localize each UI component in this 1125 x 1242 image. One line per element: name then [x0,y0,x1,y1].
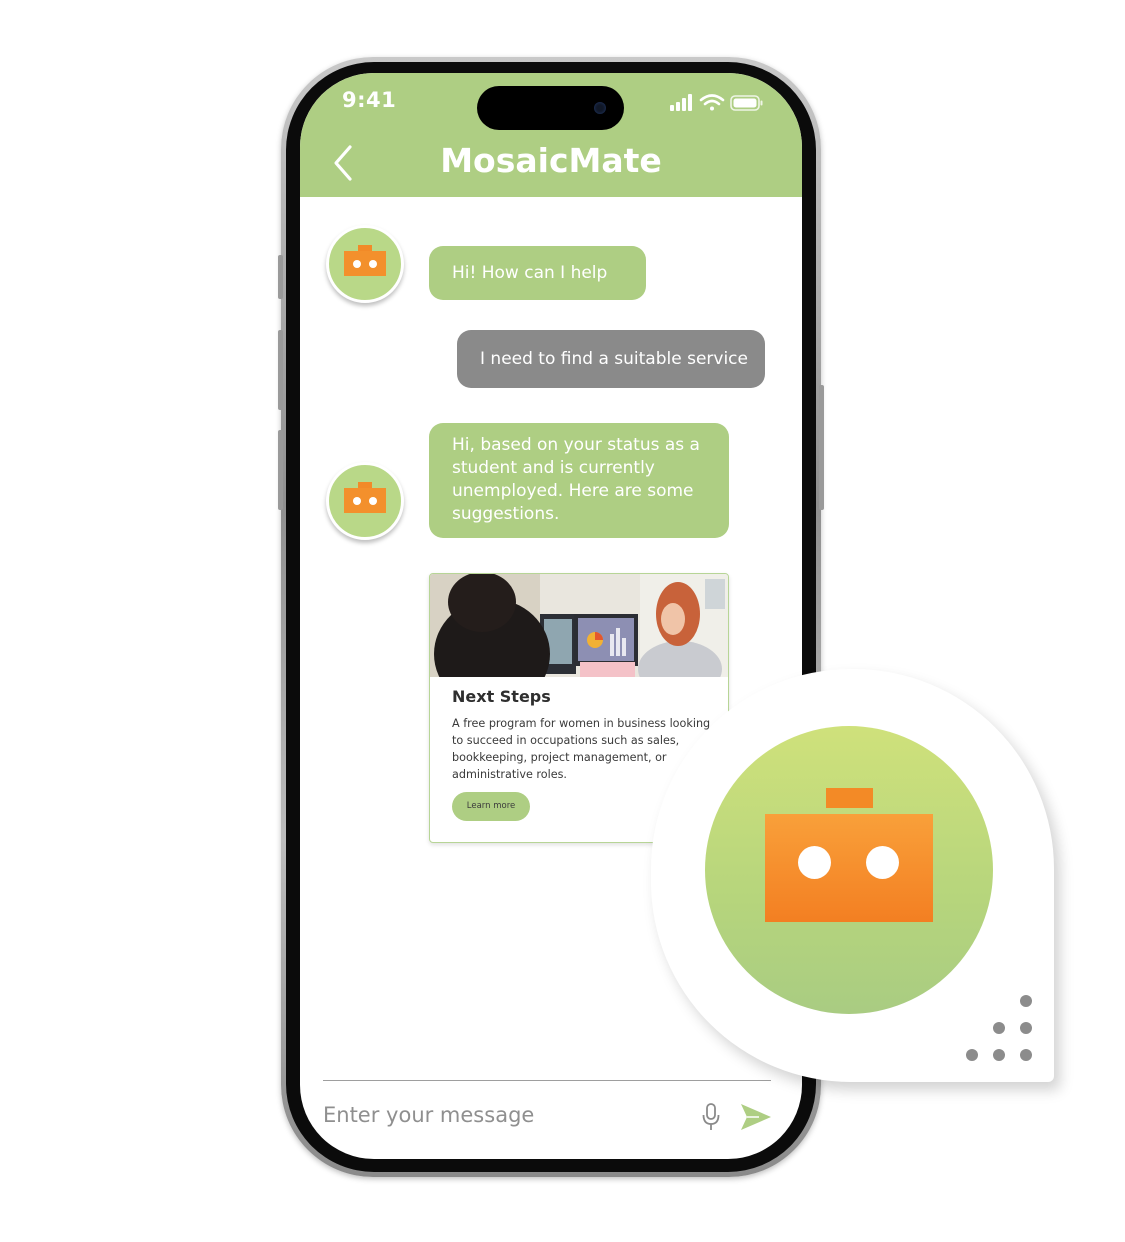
app-header: 9:41 MosaicMate [300,73,802,197]
user-message: I need to find a suitable service [457,330,765,388]
microphone-icon[interactable] [701,1103,721,1131]
robot-handle [826,788,873,808]
decor-dot [966,1049,978,1061]
send-icon[interactable] [739,1102,773,1132]
card-title: Next Steps [452,687,551,706]
wifi-icon [699,94,725,111]
status-icons [670,94,763,111]
volume-up-button [278,330,283,410]
decor-dot [1020,1049,1032,1061]
robot-logo-icon [765,814,933,922]
camera-icon [594,102,606,114]
signal-icon [670,94,692,111]
bot-message: Hi! How can I help you? [429,246,646,337]
composer-divider [323,1080,771,1081]
dynamic-island [477,86,624,130]
logo-circle [705,726,993,1014]
mute-switch [278,255,283,299]
message-input[interactable] [323,1097,683,1133]
bot-avatar [326,225,404,303]
battery-icon [730,95,763,111]
card-photo [430,574,728,677]
app-title: MosaicMate [440,141,662,180]
bot-avatar [326,462,404,540]
status-time: 9:41 [342,88,397,112]
decor-dot [993,1022,1005,1034]
decor-dot [993,1049,1005,1061]
decor-dot [1020,1022,1032,1034]
power-button [819,385,824,510]
bot-message: Hi, based on your status as a student an… [429,423,729,538]
volume-down-button [278,430,283,510]
learn-more-button[interactable]: Learn more [452,792,530,821]
decor-dot [1020,995,1032,1007]
robot-eye-left [798,846,831,879]
robot-eye-right [866,846,899,879]
logo-badge [651,669,1054,1082]
